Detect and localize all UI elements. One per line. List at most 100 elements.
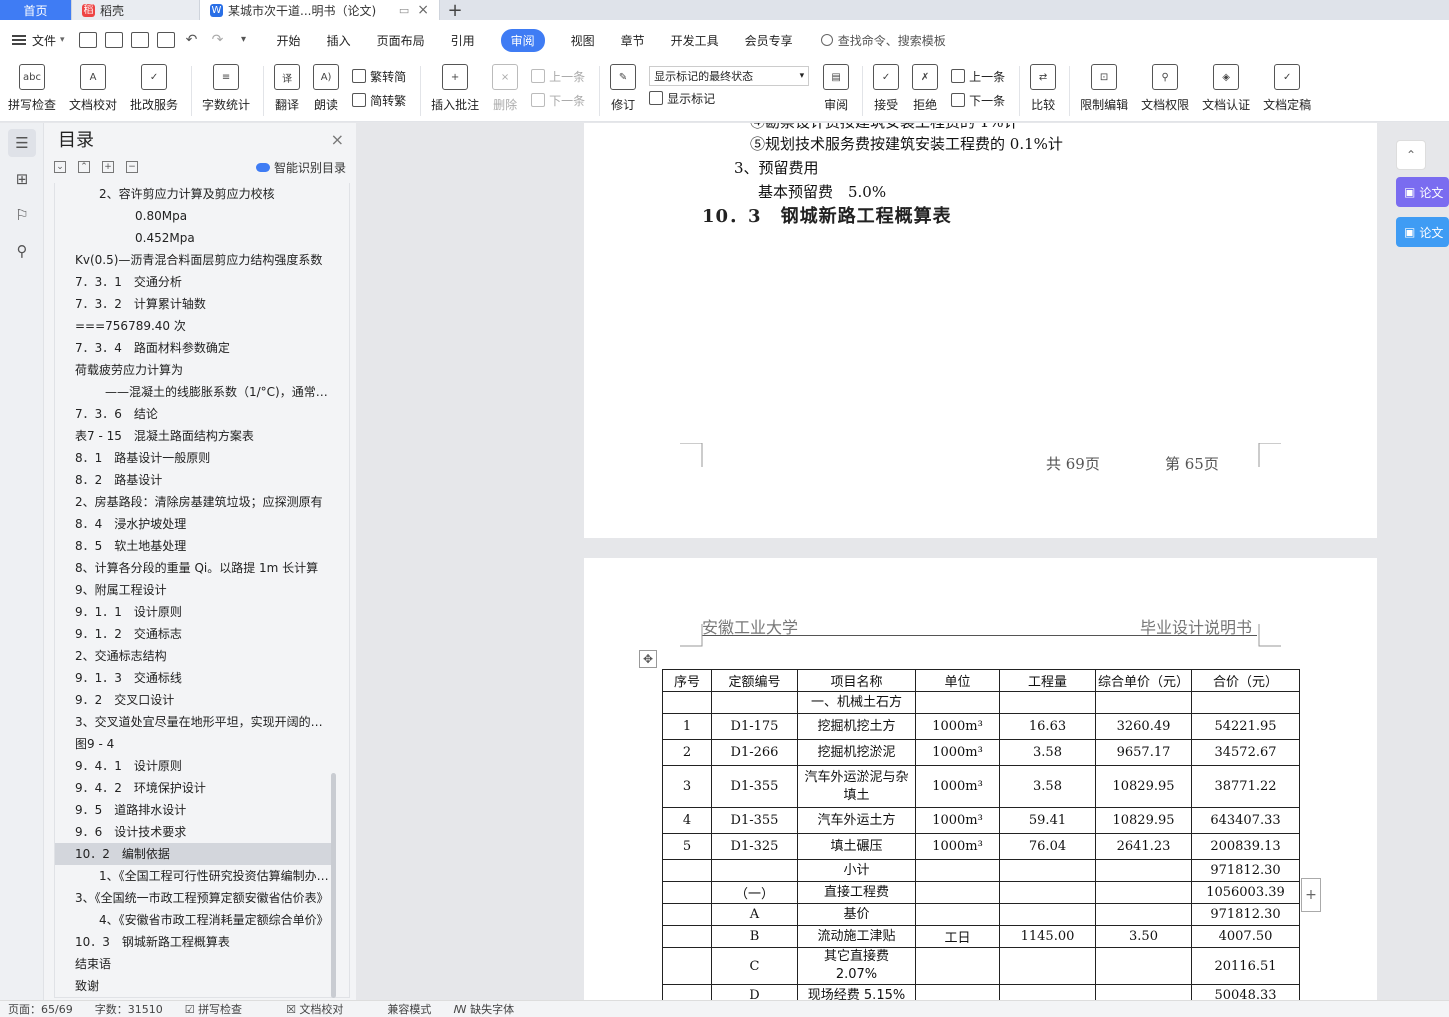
toc-item[interactable]: 9、附属工程设计 <box>55 579 349 601</box>
table-cell[interactable]: 一、机械土石方 <box>797 691 916 714</box>
show-markup-button[interactable]: 显示标记 <box>649 86 809 110</box>
table-cell[interactable] <box>915 984 1000 1000</box>
toc-item[interactable]: 0.80Mpa <box>55 205 349 227</box>
table-cell[interactable]: 971812.30 <box>1191 903 1300 926</box>
menu-references[interactable]: 引用 <box>451 32 475 49</box>
toc-item[interactable]: 3、交叉道处宜尽量在地形平坦，实现开阔的地方 <box>55 711 349 733</box>
table-cell[interactable]: 直接工程费 <box>797 881 916 904</box>
table-cell[interactable] <box>1095 947 1192 985</box>
doc-final-button[interactable]: ✓ 文档定稿 <box>1263 60 1311 113</box>
toc-item[interactable]: 9．4．2 环境保护设计 <box>55 777 349 799</box>
menu-start[interactable]: 开始 <box>277 32 301 49</box>
table-cell[interactable] <box>662 984 712 1000</box>
collapse-panel-icon[interactable]: ⌃ <box>1396 140 1426 170</box>
table-cell[interactable] <box>662 925 712 948</box>
table-cell[interactable]: 汽车外运淤泥与杂填土 <box>797 765 916 808</box>
toc-item[interactable]: 荷载疲劳应力计算为 <box>55 359 349 381</box>
table-cell[interactable]: D1-355 <box>711 765 798 808</box>
toc-item[interactable]: 2、房基路段：清除房基建筑垃圾；应探测原有 <box>55 491 349 513</box>
table-cell[interactable] <box>1095 903 1192 926</box>
toc-item[interactable]: 7．3．4 路面材料参数确定 <box>55 337 349 359</box>
table-cell[interactable]: 现场经费 5.15% <box>797 984 916 1000</box>
tab-close-icon[interactable]: × <box>417 2 429 18</box>
table-cell[interactable]: 1000m³ <box>915 807 1000 834</box>
table-cell[interactable] <box>1191 691 1300 714</box>
menu-member[interactable]: 会员专享 <box>745 32 793 49</box>
table-cell[interactable]: D1-355 <box>711 807 798 834</box>
table-cell[interactable]: 10829.95 <box>1095 765 1192 808</box>
remove-heading-icon[interactable]: − <box>126 161 138 173</box>
table-cell[interactable] <box>915 881 1000 904</box>
table-move-handle-icon[interactable]: ✥ <box>639 650 657 668</box>
menu-view[interactable]: 视图 <box>571 32 595 49</box>
table-cell[interactable] <box>999 859 1096 882</box>
redo-icon[interactable]: ↷ <box>209 32 227 48</box>
toc-item[interactable]: 8．2 路基设计 <box>55 469 349 491</box>
table-header-cell[interactable]: 合价（元） <box>1191 669 1300 692</box>
toc-item[interactable]: 9．2 交叉口设计 <box>55 689 349 711</box>
table-cell[interactable]: 4 <box>662 807 712 834</box>
menu-review[interactable]: 审阅 <box>500 28 545 52</box>
table-cell[interactable] <box>1095 984 1192 1000</box>
table-cell[interactable] <box>1095 859 1192 882</box>
expand-all-icon[interactable]: ⌃ <box>78 161 90 173</box>
table-cell[interactable]: 填土碾压 <box>797 833 916 860</box>
display-state-select[interactable]: 显示标记的最终状态 ▾ <box>649 66 810 86</box>
paper-check-button[interactable]: ▣ 论文 <box>1396 177 1449 207</box>
table-cell[interactable]: 3 <box>662 765 712 808</box>
doc-proof-button[interactable]: A 文档校对 <box>69 60 117 113</box>
toc-item[interactable]: 9．5 道路排水设计 <box>55 799 349 821</box>
table-cell[interactable]: 3260.49 <box>1095 713 1192 740</box>
table-cell[interactable]: 643407.33 <box>1191 807 1300 834</box>
add-heading-icon[interactable]: + <box>102 161 114 173</box>
smart-toc-button[interactable]: 智能识别目录 <box>255 159 346 176</box>
table-cell[interactable]: 1145.00 <box>999 925 1096 948</box>
table-cell[interactable]: 59.41 <box>999 807 1096 834</box>
toc-item[interactable]: 3、《全国统一市政工程预算定额安徽省估价表》 <box>55 887 349 909</box>
export-pdf-icon[interactable] <box>104 32 123 48</box>
table-cell[interactable] <box>915 691 1000 714</box>
table-cell[interactable]: （一） <box>711 881 798 904</box>
table-cell[interactable]: 9657.17 <box>1095 739 1192 766</box>
table-cell[interactable]: 1000m³ <box>915 713 1000 740</box>
table-cell[interactable] <box>711 859 798 882</box>
table-cell[interactable]: 挖掘机挖淤泥 <box>797 739 916 766</box>
table-cell[interactable] <box>711 691 798 714</box>
toc-scrollbar[interactable] <box>331 773 336 998</box>
toc-item[interactable]: 图9 - 4 <box>55 733 349 755</box>
toc-item[interactable]: 9．4．1 设计原则 <box>55 755 349 777</box>
table-header-cell[interactable]: 工程量 <box>999 669 1096 692</box>
table-cell[interactable] <box>999 691 1096 714</box>
table-cell[interactable] <box>915 947 1000 985</box>
table-cell[interactable]: 200839.13 <box>1191 833 1300 860</box>
toc-panel-icon[interactable]: ☰ <box>8 129 36 157</box>
table-cell[interactable]: 5 <box>662 833 712 860</box>
menu-dev-tools[interactable]: 开发工具 <box>671 32 719 49</box>
toc-item[interactable]: 1、《全国工程可行性研究投资估算编制办法》 <box>55 865 349 887</box>
table-cell[interactable]: 50048.33 <box>1191 984 1300 1000</box>
toc-item[interactable]: 2、交通标志结构 <box>55 645 349 667</box>
table-cell[interactable] <box>999 947 1096 985</box>
table-cell[interactable] <box>662 881 712 904</box>
table-cell[interactable]: 38771.22 <box>1191 765 1300 808</box>
paper-format-button[interactable]: ▣ 论文 <box>1396 217 1449 247</box>
track-changes-button[interactable]: ✎ 修订 <box>610 60 637 113</box>
table-cell[interactable]: 小计 <box>797 859 916 882</box>
table-cell[interactable] <box>662 859 712 882</box>
table-cell[interactable] <box>915 903 1000 926</box>
table-cell[interactable] <box>1095 881 1192 904</box>
toc-item[interactable]: 0.452Mpa <box>55 227 349 249</box>
toc-item[interactable]: 4、《安徽省市政工程消耗量定额综合单价》 <box>55 909 349 931</box>
chapter-nav-icon[interactable]: ⊞ <box>8 165 36 193</box>
prev-comment-button[interactable]: 上一条 <box>531 64 585 88</box>
save-icon[interactable] <box>78 32 97 48</box>
table-cell[interactable]: 2641.23 <box>1095 833 1192 860</box>
toc-item[interactable]: 7．3．2 计算累计轴数 <box>55 293 349 315</box>
to-traditional-button[interactable]: 繁转简 <box>352 64 406 88</box>
status-page[interactable]: 页面：65/69 <box>8 1001 73 1017</box>
bookmark-icon[interactable]: ⚐ <box>8 201 36 229</box>
table-cell[interactable]: D1-325 <box>711 833 798 860</box>
table-cell[interactable]: 54221.95 <box>1191 713 1300 740</box>
compare-button[interactable]: ⇄ 比较 <box>1030 60 1057 113</box>
undo-icon[interactable]: ↶ <box>183 32 201 48</box>
